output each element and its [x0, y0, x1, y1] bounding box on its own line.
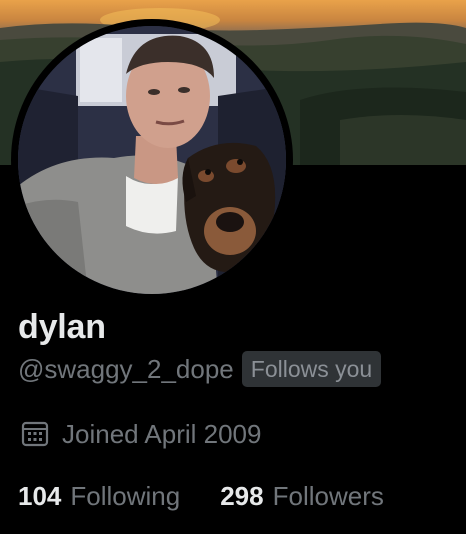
following-count: 104	[18, 480, 62, 511]
joined-date-text: Joined April 2009	[62, 419, 262, 449]
profile-display-name: dylan	[18, 308, 106, 346]
following-label: Following	[70, 480, 181, 511]
follow-stats: 104 Following 298 Followers	[18, 476, 384, 516]
joined-date-row: Joined April 2009	[20, 414, 261, 454]
follows-you-badge: Follows you	[241, 351, 382, 387]
following-link[interactable]: 104 Following	[18, 481, 180, 512]
followers-label: Followers	[272, 480, 384, 511]
followers-count: 298	[220, 480, 264, 511]
calendar-icon	[20, 419, 50, 449]
profile-handle: @swaggy_2_dope	[18, 354, 234, 384]
avatar[interactable]	[18, 26, 286, 294]
handle-row: @swaggy_2_dope Follows you	[18, 350, 382, 388]
followers-link[interactable]: 298 Followers	[220, 481, 384, 512]
